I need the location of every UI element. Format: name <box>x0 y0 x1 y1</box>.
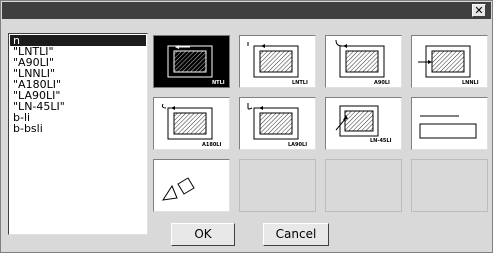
thumbnail-b-bsli[interactable] <box>153 159 230 212</box>
thumbnail-ntli[interactable]: NTLI <box>153 35 230 88</box>
thumbnail-caption: LNTLI <box>292 80 308 86</box>
title-bar: ✕ <box>2 2 491 19</box>
thumbnail-caption: LNNLI <box>462 80 479 86</box>
thumbnail-empty <box>411 159 488 212</box>
thumbnail-caption: NTLI <box>212 80 225 86</box>
dialog-window: ✕ n "LNTLI" "A90LI" "LNNLI" "A180LI" "LA… <box>0 0 493 253</box>
thumbnail-a180li[interactable]: A180LI <box>153 97 230 150</box>
thumbnail-caption: A90LI <box>374 80 390 86</box>
thumbnail-caption: A180LI <box>202 142 221 148</box>
thumbnail-caption: LN-45LI <box>370 138 392 144</box>
thumbnail-caption: LA90LI <box>288 142 307 148</box>
slide-list[interactable]: n "LNTLI" "A90LI" "LNNLI" "A180LI" "LA90… <box>8 33 148 235</box>
thumbnail-a90li[interactable]: A90LI <box>325 35 402 88</box>
thumbnail-empty <box>239 159 316 212</box>
cancel-button[interactable]: Cancel <box>263 223 329 246</box>
thumbnail-empty <box>325 159 402 212</box>
thumbnail-lnnli[interactable]: LNNLI <box>411 35 488 88</box>
thumbnail-lntli[interactable]: LNTLI <box>239 35 316 88</box>
ok-button[interactable]: OK <box>171 223 235 246</box>
thumbnail-b-li[interactable] <box>411 97 488 150</box>
list-item[interactable]: b-bsli <box>10 123 146 134</box>
list-item[interactable]: "LN-45LI" <box>10 101 146 112</box>
close-button[interactable]: ✕ <box>472 4 486 17</box>
thumbnail-la90li[interactable]: LA90LI <box>239 97 316 150</box>
thumbnail-ln-45li[interactable]: LN-45LI <box>325 97 402 150</box>
